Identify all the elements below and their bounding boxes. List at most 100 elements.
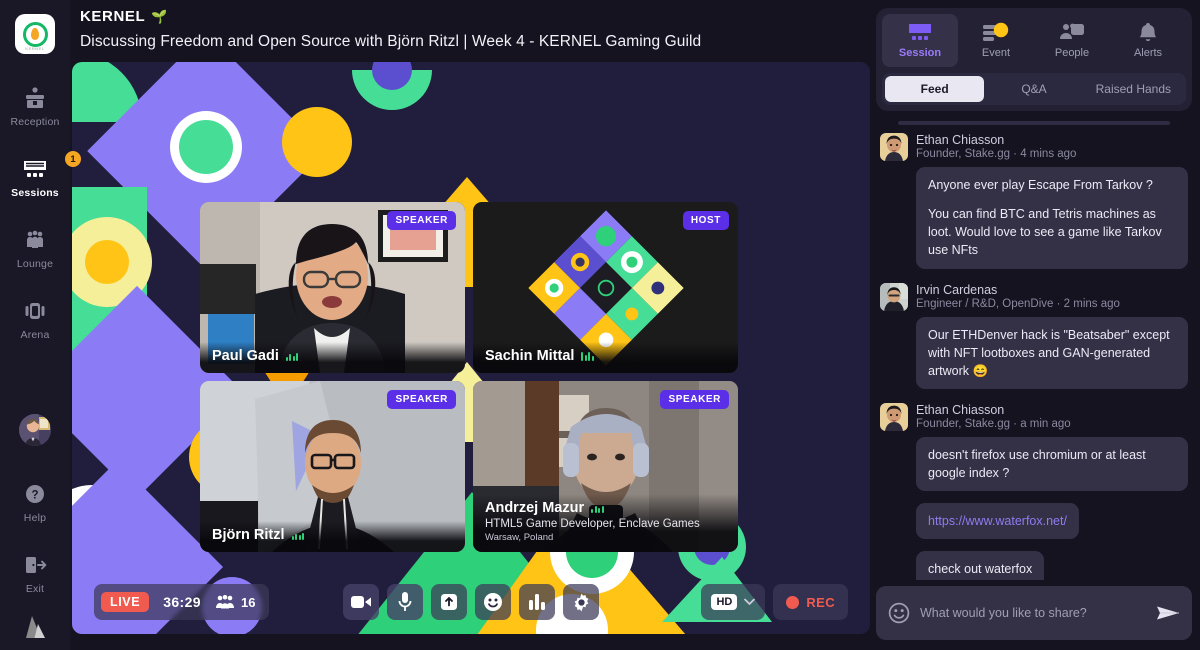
sidebar-item-label: Exit <box>25 583 45 595</box>
sessions-stage-icon: 1 <box>0 151 81 182</box>
participant-name: Paul Gadi <box>212 348 279 364</box>
airmeet-session-page: KERNEL Reception 1 Sessions Lounge Arena… <box>0 0 1200 650</box>
audio-level-icon <box>291 530 304 540</box>
session-header: KERNEL 🌱 Discussing Freedom and Open Sou… <box>70 0 870 62</box>
poll-button[interactable] <box>519 584 555 620</box>
subtab-qa[interactable]: Q&A <box>984 76 1083 102</box>
bell-icon <box>1110 21 1186 43</box>
speaker-pill: SPEAKER <box>387 390 456 409</box>
sidebar-item-arena[interactable]: Arena <box>0 289 70 350</box>
tab-alerts[interactable]: Alerts <box>1110 14 1186 67</box>
panel-tab-card: Session Event People Alerts Feed Q&A Rai… <box>876 8 1192 111</box>
tab-session[interactable]: Session <box>882 14 958 67</box>
feed-subtabs: Feed Q&A Raised Hands <box>882 73 1186 105</box>
sidebar-item-exit[interactable]: Exit <box>0 543 70 604</box>
stage-status-group: LIVE 36:29 16 <box>94 584 270 620</box>
sessions-badge-count: 1 <box>65 151 81 167</box>
event-list-icon <box>958 21 1034 43</box>
tab-event[interactable]: Event <box>958 14 1034 67</box>
emoji-reaction-button[interactable] <box>475 584 511 620</box>
sidebar-item-label: Help <box>23 512 47 524</box>
settings-button[interactable] <box>563 584 599 620</box>
subtab-raised-hands[interactable]: Raised Hands <box>1084 76 1183 102</box>
tile-footer: Paul Gadi <box>200 342 465 373</box>
send-paper-plane-icon[interactable] <box>1156 603 1180 623</box>
audio-level-icon <box>285 351 299 361</box>
tab-label: Alerts <box>1133 47 1163 59</box>
quality-selector[interactable]: HD <box>701 584 766 620</box>
message-link-bubble[interactable]: https://www.waterfox.net/ <box>916 503 1079 540</box>
svg-text:?: ? <box>31 490 38 502</box>
participant-name-row: Sachin Mittal <box>485 348 726 364</box>
stage-screen-icon <box>882 21 958 43</box>
speaker-pill: SPEAKER <box>387 211 456 230</box>
participant-name-row: Andrzej Mazur <box>485 500 726 516</box>
viewer-count-group: 16 <box>215 595 255 610</box>
chevron-down-icon <box>744 598 756 606</box>
viewer-count: 16 <box>241 594 256 610</box>
tab-label: People <box>1054 47 1090 59</box>
page-title: Discussing Freedom and Open Source with … <box>80 33 702 50</box>
sidebar-item-help[interactable]: ? Help <box>0 472 70 533</box>
rail-bottom-section: ? Help Exit <box>0 414 70 650</box>
message-meta: Engineer / R&D, OpenDive · 2 mins ago <box>916 297 1120 310</box>
participant-name: Björn Ritzl <box>212 527 285 543</box>
main-stage-area: KERNEL 🌱 Discussing Freedom and Open Sou… <box>70 0 870 650</box>
avatar[interactable] <box>880 133 908 161</box>
list-item: Ethan Chiasson Founder, Stake.gg · a min… <box>880 402 1188 580</box>
stage-right-controls: HD REC <box>701 584 848 620</box>
message-text: check out waterfox <box>928 562 1033 577</box>
sidebar-item-lounge[interactable]: Lounge <box>0 218 70 279</box>
smiley-face-icon[interactable] <box>888 602 910 624</box>
camera-toggle-button[interactable] <box>343 584 379 620</box>
message-composer[interactable] <box>876 586 1192 640</box>
tile-footer: Andrzej Mazur HTML5 Game Developer, Encl… <box>473 494 738 552</box>
brand-line: KERNEL 🌱 <box>80 8 870 25</box>
avatar[interactable] <box>19 414 51 446</box>
participant-name: Andrzej Mazur <box>485 500 585 516</box>
media-controls-group <box>343 584 599 620</box>
message-link[interactable]: https://www.waterfox.net/ <box>928 514 1067 528</box>
sidebar-item-reception[interactable]: Reception <box>0 76 70 137</box>
arena-icon <box>0 298 70 324</box>
video-tile[interactable]: SPEAKER Björn Ritzl <box>200 381 465 552</box>
sidebar-item-sessions[interactable]: 1 Sessions <box>0 147 81 208</box>
question-mark-icon: ? <box>0 481 70 507</box>
left-navigation-rail: KERNEL Reception 1 Sessions Lounge Arena… <box>0 0 81 650</box>
message-author: Irvin Cardenas <box>916 282 998 297</box>
message-feed[interactable]: Ethan Chiasson Founder, Stake.gg · 4 min… <box>876 115 1192 580</box>
tab-people[interactable]: People <box>1034 14 1110 67</box>
avatar[interactable] <box>880 282 908 311</box>
stage-controls-bar: LIVE 36:29 16 HD REC <box>94 584 848 620</box>
share-screen-button[interactable] <box>431 584 467 620</box>
audio-level-icon <box>581 351 594 361</box>
video-tile[interactable]: SPEAKER Andrzej Mazur HTML5 Game Develop… <box>473 381 738 552</box>
people-group-icon <box>215 595 235 609</box>
search-input[interactable] <box>920 606 1146 620</box>
participant-name: Sachin Mittal <box>485 348 575 364</box>
message-text: Anyone ever play Escape From Tarkov ? <box>928 178 1153 192</box>
lounge-people-icon <box>0 227 70 253</box>
message-body: Ethan Chiasson Founder, Stake.gg · 4 min… <box>916 133 1188 269</box>
sprout-icon: 🌱 <box>151 9 168 24</box>
participant-name-row: Paul Gadi <box>212 348 453 364</box>
avatar[interactable] <box>880 402 908 431</box>
record-label: REC <box>806 594 835 610</box>
live-badge: LIVE <box>101 592 150 612</box>
subtab-feed[interactable]: Feed <box>885 76 985 102</box>
list-item: Ethan Chiasson Founder, Stake.gg · 4 min… <box>880 133 1188 269</box>
record-button[interactable]: REC <box>773 584 848 620</box>
panel-tabs: Session Event People Alerts <box>882 14 1186 67</box>
message-bubble: doesn't firefox use chromium or at least… <box>916 436 1188 492</box>
sidebar-item-label: Arena <box>20 329 50 341</box>
message-author: Ethan Chiasson <box>916 402 1005 417</box>
sidebar-item-label: Sessions <box>11 187 59 199</box>
message-bubble: check out waterfox <box>916 551 1045 580</box>
video-tile[interactable]: SPEAKER Paul Gadi <box>200 202 465 373</box>
brand-name: KERNEL <box>80 8 146 25</box>
microphone-toggle-button[interactable] <box>387 584 423 620</box>
host-pill: HOST <box>682 211 729 230</box>
video-tile[interactable]: HOST Sachin Mittal <box>473 202 738 373</box>
quality-label: HD <box>711 594 738 610</box>
video-stage: SPEAKER Paul Gadi HOST Sachin Mittal SPE… <box>72 62 870 634</box>
